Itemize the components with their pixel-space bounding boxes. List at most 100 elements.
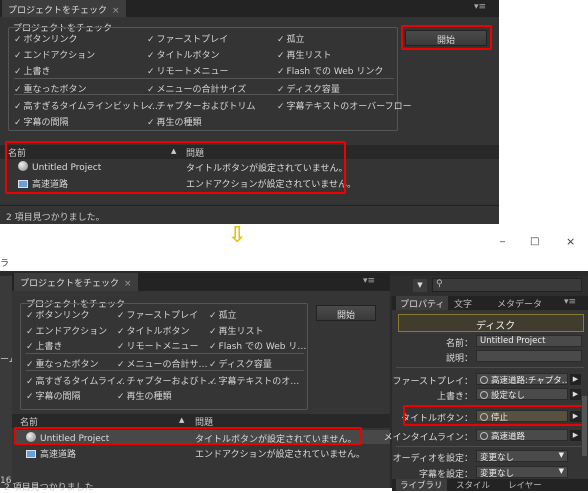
top-panel-menu-icon[interactable]: ▾≡ — [474, 2, 486, 12]
search-field[interactable]: ⚲ — [432, 278, 582, 292]
tab-layers[interactable]: レイヤー — [504, 479, 546, 491]
top-checkbox-15[interactable]: ✓ 字幕テキストのオーバーフロー — [277, 99, 412, 112]
main-timeline-value: 高速道路 — [491, 432, 526, 441]
main-timeline-field[interactable]: 高速道路 — [476, 429, 568, 441]
checkmark-icon: ✓ — [14, 102, 22, 112]
top-tab-check-project[interactable]: プロジェクトをチェック × — [2, 0, 126, 17]
first-play-arrow-icon[interactable]: ▶ — [570, 374, 581, 385]
overwrite-arrow-icon[interactable]: ▶ — [570, 389, 581, 400]
bottom-checkbox-11[interactable]: ✓ メニューの合計サ… — [117, 357, 208, 370]
bottom-checkbox-2[interactable]: ✓ ファーストプレイ — [117, 308, 198, 321]
checkmark-icon: ✓ — [117, 360, 125, 370]
properties-scrollbar[interactable] — [582, 396, 587, 456]
bottom-checkbox-label: チャプターおよびト… — [126, 377, 217, 387]
chevron-down-icon: ▼ — [558, 467, 564, 475]
top-checkbox-4[interactable]: ✓ エンドアクション — [14, 48, 95, 61]
top-checkbox-label: 字幕テキストのオーバーフロー — [286, 102, 412, 112]
top-checkbox-label: ファーストプレイ — [156, 35, 229, 45]
top-checkbox-13[interactable]: ✓ 高すぎるタイムラインビットレ… — [14, 99, 158, 112]
top-checkbox-label: ボタンリンク — [23, 35, 78, 45]
bottom-checkbox-10[interactable]: ✓ 重なったボタン — [26, 357, 99, 370]
audio-value: 変更なし — [480, 453, 515, 462]
checkmark-icon: ✓ — [117, 327, 125, 337]
bottom-tab-check-project[interactable]: プロジェクトをチェック × — [14, 273, 138, 291]
title-button-highlight — [403, 405, 585, 426]
top-tab-close-icon[interactable]: × — [112, 6, 120, 16]
tab-character[interactable]: 文字 — [450, 296, 476, 310]
bottom-checkbox-label: タイトルボタン — [126, 327, 190, 337]
bottom-checkbox-label: 字幕の間隔 — [35, 392, 81, 402]
top-checkbox-16[interactable]: ✓ 字幕の間隔 — [14, 115, 69, 128]
bottom-row-2-name: 高速道路 — [40, 450, 77, 460]
window-minimize-button[interactable]: _ — [500, 232, 505, 243]
top-checkbox-8[interactable]: ✓ リモートメニュー — [147, 64, 229, 77]
tab-metadata[interactable]: メタデータ — [493, 296, 546, 310]
properties-menu-icon[interactable]: ▾≡ — [564, 297, 576, 307]
overwrite-field[interactable]: 設定なし — [476, 388, 568, 400]
first-play-field[interactable]: 高速道路:チャプタ… — [476, 373, 568, 385]
tab-metadata-label: メタデータ — [497, 300, 543, 310]
bottom-row-2[interactable]: 高速道路 — [26, 447, 76, 460]
pickwhip-icon[interactable] — [480, 432, 488, 440]
top-checkbox-6[interactable]: ✓ 再生リスト — [277, 48, 332, 61]
name-field[interactable]: Untitled Project — [476, 335, 582, 347]
bottom-sort-icon[interactable]: ▲ — [179, 416, 184, 424]
bottom-checkbox-14[interactable]: ✓ チャプターおよびト… — [117, 374, 216, 387]
top-checkbox-7[interactable]: ✓ 上書き — [14, 64, 51, 77]
bottom-checkbox-1[interactable]: ✓ ボタンリンク — [26, 308, 90, 321]
bottom-checkbox-16[interactable]: ✓ 字幕の間隔 — [26, 389, 81, 402]
top-checkbox-9[interactable]: ✓ Flash での Web リンク — [277, 64, 383, 77]
top-checkbox-5[interactable]: ✓ タイトルボタン — [147, 48, 220, 61]
pickwhip-icon[interactable] — [480, 391, 488, 399]
tab-properties[interactable]: プロパティ — [396, 296, 449, 310]
down-arrow-icon: ⇩ — [228, 223, 247, 248]
bottom-tab-label: プロジェクトをチェック — [20, 279, 120, 289]
top-checkbox-17[interactable]: ✓ 再生の種類 — [147, 115, 202, 128]
bottom-start-button[interactable]: 開始 — [316, 305, 376, 321]
bottom-panel-menu-icon[interactable]: ▾≡ — [363, 276, 375, 286]
bottom-checkbox-label: Flash での Web リ… — [218, 342, 307, 352]
top-checkbox-1[interactable]: ✓ ボタンリンク — [14, 32, 78, 45]
checkmark-icon: ✓ — [14, 67, 22, 77]
bottom-checkbox-17[interactable]: ✓ 再生の種類 — [117, 389, 172, 402]
checkmark-icon: ✓ — [277, 102, 285, 112]
tab-layers-label: レイヤー — [508, 481, 542, 491]
window-close-button[interactable]: × — [566, 235, 575, 248]
bottom-checkbox-8[interactable]: ✓ リモートメニュー — [117, 339, 199, 352]
checkmark-icon: ✓ — [147, 118, 155, 128]
bottom-tab-close-icon[interactable]: × — [124, 279, 132, 289]
description-label: 説明： — [445, 354, 473, 364]
tab-library[interactable]: ライブラリ — [396, 479, 447, 491]
top-start-highlight — [401, 25, 492, 50]
top-checkbox-label: リモートメニュー — [156, 67, 229, 77]
bottom-checkbox-15[interactable]: ✓ 字幕テキストのオ… — [209, 374, 299, 387]
bottom-checkbox-3[interactable]: ✓ 孤立 — [209, 308, 237, 321]
top-checkbox-label: 再生リスト — [286, 51, 332, 61]
dropdown-arrow-icon[interactable]: ▼ — [413, 279, 427, 292]
bottom-checkbox-5[interactable]: ✓ タイトルボタン — [117, 324, 190, 337]
bottom-results-header: 名前 ▲ 問題 — [12, 414, 390, 428]
window-maximize-button[interactable]: □ — [530, 236, 539, 247]
checkmark-icon: ✓ — [14, 118, 22, 128]
top-checkbox-3[interactable]: ✓ 孤立 — [277, 32, 305, 45]
bottom-checkbox-7[interactable]: ✓ 上書き — [26, 339, 63, 352]
subtitle-select[interactable]: 変更なし ▼ — [476, 466, 568, 478]
main-timeline-arrow-icon[interactable]: ▶ — [570, 430, 581, 441]
audio-label: オーディオを設定： — [392, 454, 473, 464]
checkmark-icon: ✓ — [117, 377, 125, 387]
description-field[interactable] — [476, 350, 582, 362]
tab-styles[interactable]: スタイル — [452, 479, 494, 491]
audio-select[interactable]: 変更なし ▼ — [476, 450, 568, 462]
first-play-value: 高速道路:チャプタ… — [491, 376, 568, 385]
bottom-checkbox-4[interactable]: ✓ エンドアクション — [26, 324, 107, 337]
bottom-checkbox-13[interactable]: ✓ 高すぎるタイムライ… — [26, 374, 125, 387]
bottom-checkbox-12[interactable]: ✓ ディスク容量 — [209, 357, 272, 370]
bottom-checkbox-9[interactable]: ✓ Flash での Web リ… — [209, 339, 306, 352]
properties-tab-bar: プロパティ 文字 メタデータ ▾≡ — [392, 296, 588, 310]
checkmark-icon: ✓ — [14, 35, 22, 45]
top-checkbox-2[interactable]: ✓ ファーストプレイ — [147, 32, 228, 45]
bottom-checkbox-6[interactable]: ✓ 再生リスト — [209, 324, 264, 337]
top-checkbox-14[interactable]: ✓ チャプターおよびトリム — [147, 99, 255, 112]
top-checkbox-label: チャプターおよびトリム — [156, 102, 256, 112]
pickwhip-icon[interactable] — [480, 376, 488, 384]
